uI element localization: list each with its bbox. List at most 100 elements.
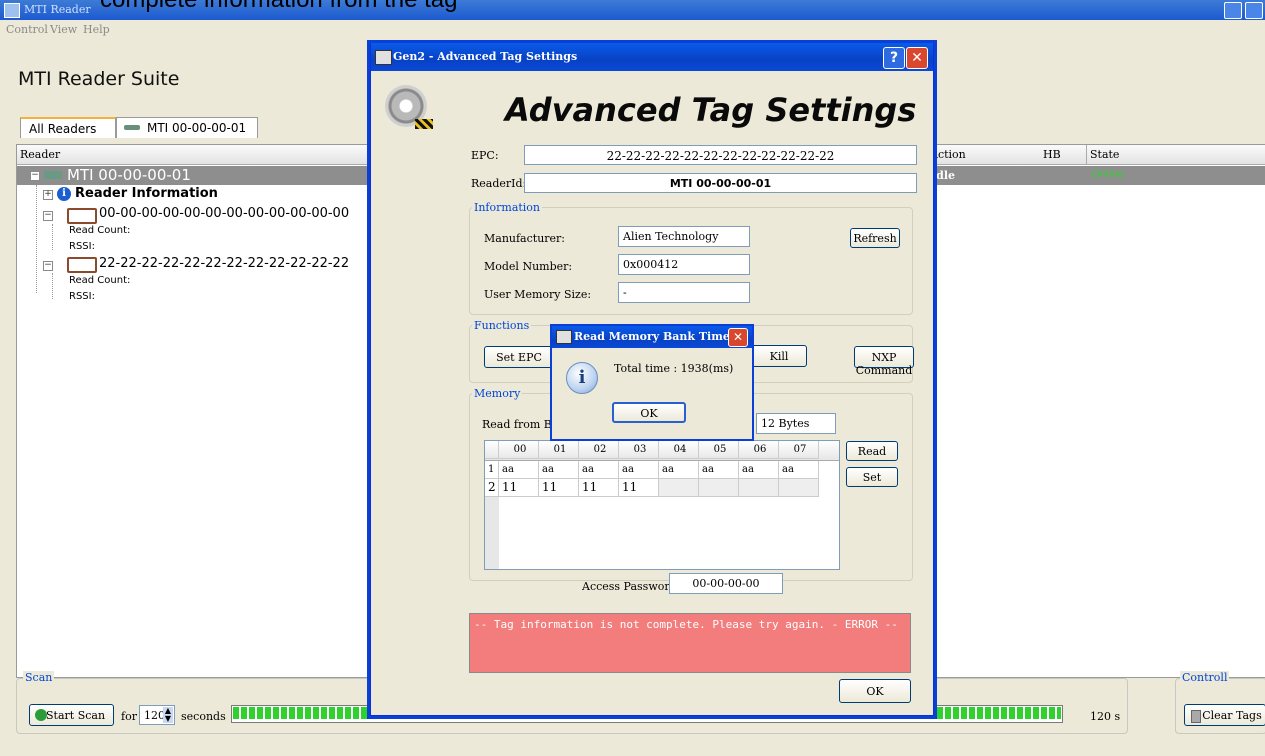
readerid-field[interactable]: MTI 00-00-00-01 — [524, 173, 917, 193]
scan-remaining: 120 s — [1090, 710, 1121, 723]
grid-cell[interactable]: aa — [779, 461, 819, 479]
reader-information[interactable]: Reader Information — [75, 186, 218, 201]
grid-cell[interactable]: aa — [699, 461, 739, 479]
reader-action: Idle — [931, 169, 956, 182]
tab-reader-label: MTI 00-00-00-01 — [147, 121, 247, 135]
user-memory-size-label: User Memory Size: — [484, 288, 592, 301]
grid-row-number: 2 — [485, 479, 499, 497]
reader-name: MTI 00-00-00-01 — [67, 166, 191, 184]
grid-cell[interactable]: aa — [539, 461, 579, 479]
help-icon[interactable]: ? — [883, 47, 905, 69]
app-icon — [4, 3, 20, 18]
model-number-field[interactable]: 0x000412 — [618, 254, 750, 275]
refresh-button[interactable]: Refresh — [850, 228, 900, 248]
memory-grid[interactable]: 00 01 02 03 04 05 06 07 1 aa aa aa aa aa… — [484, 440, 840, 570]
menu-view[interactable]: View — [50, 23, 77, 36]
grid-cell[interactable] — [739, 479, 779, 497]
tag-epc[interactable]: 22-22-22-22-22-22-22-22-22-22-22-22 — [99, 256, 349, 271]
collapse-icon[interactable]: − — [43, 261, 53, 271]
error-message: -- Tag information is not complete. Plea… — [469, 613, 911, 673]
spinner-arrows-icon[interactable]: ▲ ▼ — [163, 707, 173, 723]
clear-tags-label: Clear Tags — [1202, 709, 1262, 722]
grid-header: 00 01 02 03 04 05 06 07 — [485, 441, 839, 461]
column-state[interactable]: State — [1090, 148, 1119, 161]
start-scan-button[interactable]: Start Scan — [29, 704, 114, 726]
read-time-popup: Read Memory Bank Time ✕ i Total time : 1… — [550, 324, 754, 441]
tag-read-count: Read Count: — [69, 275, 131, 286]
epc-field[interactable]: 22-22-22-22-22-22-22-22-22-22-22-22 — [524, 145, 917, 165]
column-hb[interactable]: HB — [1043, 148, 1061, 161]
access-password-field[interactable]: 00-00-00-00 — [669, 573, 783, 594]
collapse-icon[interactable]: − — [30, 171, 40, 181]
read-from-bank-label: Read from Ba — [482, 418, 559, 431]
tag-rssi: RSSI: — [69, 291, 95, 302]
dialog-ok-button[interactable]: OK — [839, 679, 911, 703]
close-icon[interactable]: ✕ — [906, 47, 928, 69]
column-action[interactable]: Action — [930, 148, 966, 161]
tab-all-readers[interactable]: All Readers — [20, 117, 116, 138]
grid-column-header: 02 — [579, 441, 619, 459]
grid-cell[interactable]: 11 — [579, 479, 619, 497]
grid-cell[interactable]: aa — [499, 461, 539, 479]
start-icon — [35, 709, 47, 721]
overlay-caption: complete information from the tag — [100, 0, 458, 14]
control-group: Controll Clear Tags — [1175, 671, 1265, 734]
bytes-field[interactable]: 12 Bytes — [756, 413, 836, 434]
seconds-spinner[interactable]: 120 ▲ ▼ — [139, 705, 175, 725]
menu-control[interactable]: Control — [6, 23, 48, 36]
grid-cell[interactable] — [699, 479, 739, 497]
collapse-icon[interactable]: − — [43, 211, 53, 221]
popup-close-icon[interactable]: ✕ — [728, 328, 748, 347]
control-group-label: Controll — [1180, 671, 1230, 684]
tag-epc[interactable]: 00-00-00-00-00-00-00-00-00-00-00-00 — [99, 206, 349, 221]
tab-reader[interactable]: MTI 00-00-00-01 — [116, 117, 258, 138]
trash-icon — [1191, 710, 1201, 723]
tree-line — [52, 224, 54, 250]
grid-row-number: 1 — [485, 461, 499, 479]
set-epc-button[interactable]: Set EPC — [484, 346, 554, 368]
tag-read-count: Read Count: — [69, 225, 131, 236]
manufacturer-field[interactable]: Alien Technology — [618, 226, 750, 247]
grid-cell[interactable]: 11 — [499, 479, 539, 497]
warning-stripe-icon — [415, 119, 433, 129]
grid-column-header: 07 — [779, 441, 819, 459]
epc-label: EPC: — [471, 149, 499, 162]
grid-column-header: 06 — [739, 441, 779, 459]
dialog-heading: Advanced Tag Settings — [505, 91, 917, 129]
grid-column-header: 05 — [699, 441, 739, 459]
grid-cell[interactable] — [659, 479, 699, 497]
grid-cell[interactable]: aa — [619, 461, 659, 479]
tag-rssi: RSSI: — [69, 241, 95, 252]
kill-button[interactable]: Kill — [751, 345, 807, 367]
for-label: for — [121, 710, 137, 723]
reader-icon — [124, 125, 140, 130]
scan-group-label: Scan — [23, 671, 55, 684]
dialog-title: Gen2 - Advanced Tag Settings — [393, 50, 578, 63]
information-group-label: Information — [472, 201, 543, 214]
grid-cell[interactable] — [779, 479, 819, 497]
information-group: Information Manufacturer: Alien Technolo… — [469, 201, 913, 315]
grid-cell[interactable]: 11 — [539, 479, 579, 497]
seconds-value: 120 — [144, 709, 165, 722]
maximize-icon[interactable] — [1245, 2, 1263, 19]
read-button[interactable]: Read — [846, 441, 898, 461]
nxp-command-button[interactable]: NXP Command — [854, 346, 914, 377]
column-reader[interactable]: Reader — [20, 148, 60, 161]
grid-cell[interactable]: aa — [739, 461, 779, 479]
dialog-title-bar: Gen2 - Advanced Tag Settings ? ✕ — [371, 43, 933, 71]
set-button[interactable]: Set — [846, 467, 898, 487]
menu-bar: Control View Help — [0, 20, 1265, 40]
clear-tags-button[interactable]: Clear Tags — [1184, 704, 1265, 726]
grid-cell[interactable]: aa — [579, 461, 619, 479]
grid-corner — [485, 441, 499, 459]
menu-help[interactable]: Help — [83, 23, 110, 36]
grid-cell[interactable]: aa — [659, 461, 699, 479]
user-memory-size-field[interactable]: - — [618, 282, 750, 303]
manufacturer-label: Manufacturer: — [484, 232, 566, 245]
expand-icon[interactable]: + — [43, 190, 53, 200]
popup-ok-button[interactable]: OK — [612, 402, 686, 423]
minimize-icon[interactable] — [1224, 2, 1242, 19]
column-divider — [1086, 145, 1087, 164]
grid-cell[interactable]: 11 — [619, 479, 659, 497]
popup-message: Total time : 1938(ms) — [614, 362, 734, 375]
